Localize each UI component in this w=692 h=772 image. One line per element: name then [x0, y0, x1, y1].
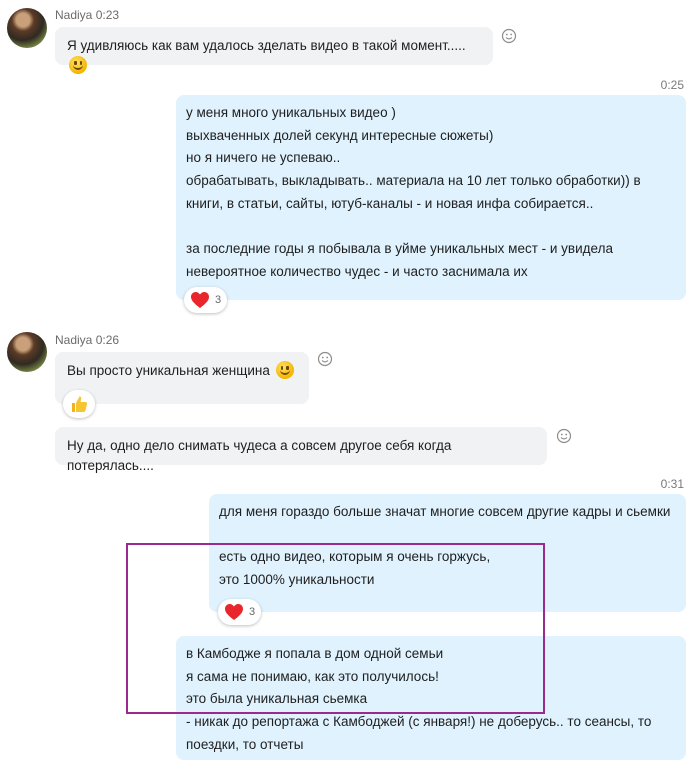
- message-line: в Камбодже я попала в дом одной семьи: [186, 646, 444, 661]
- message-text: Ну да, одно дело снимать чудеса а совсем…: [67, 438, 452, 473]
- message-header: Nadiya 0:23: [55, 8, 119, 22]
- message-line: обрабатывать, выкладывать.. материала на…: [186, 173, 641, 189]
- incoming-message-bubble[interactable]: Я удивляюсь как вам удалось зделать виде…: [55, 27, 493, 74]
- add-reaction-smiley-outline-icon[interactable]: [556, 428, 572, 444]
- reaction-count: 3: [215, 294, 222, 306]
- message-line: это была уникальная сьемка: [186, 691, 368, 707]
- thumbs-up-icon: [72, 396, 88, 412]
- avatar[interactable]: [7, 332, 47, 372]
- smiley-emoji-icon: [69, 56, 87, 74]
- message-time: 0:26: [95, 333, 120, 347]
- message-line: невероятное количество чудес - и часто з…: [186, 263, 528, 279]
- incoming-message-bubble[interactable]: Ну да, одно дело снимать чудеса а совсем…: [55, 427, 547, 473]
- heart-reaction-badge[interactable]: 3: [184, 287, 228, 313]
- message-line: - никак до репортажа с Камбоджей (с янва…: [186, 714, 652, 730]
- reaction-count: 3: [249, 606, 256, 618]
- message-time: 0:25: [660, 78, 684, 92]
- message-line: за последние годы я побывала в уйме уник…: [186, 241, 613, 257]
- message-time: 0:23: [95, 8, 120, 22]
- outgoing-message-bubble[interactable]: у меня много уникальных видео ) выхвачен…: [176, 95, 686, 300]
- message-text: Вы просто уникальная женщина: [67, 363, 270, 378]
- add-reaction-smiley-outline-icon[interactable]: [501, 28, 517, 44]
- avatar[interactable]: [7, 8, 47, 48]
- message-header: Nadiya 0:26: [55, 333, 119, 347]
- message-line: поездки, то отчеты: [186, 736, 304, 752]
- message-line: для меня гораздо больше значат многие со…: [219, 504, 671, 519]
- message-line: у меня много уникальных видео ): [186, 105, 396, 120]
- message-line: книги, в статьи, сайты, ютуб-каналы - и …: [186, 195, 594, 211]
- add-reaction-smiley-outline-icon[interactable]: [317, 351, 333, 367]
- message-line: [219, 524, 676, 547]
- heart-reaction-badge[interactable]: 3: [218, 599, 262, 625]
- message-line: но я ничего не успеваю..: [186, 150, 341, 166]
- message-line: это 1000% уникальности: [219, 572, 375, 588]
- heart-icon: [191, 292, 209, 308]
- smiley-emoji-icon: [275, 361, 294, 379]
- sender-name: Nadiya: [55, 8, 93, 22]
- heart-icon: [225, 604, 243, 620]
- thumbs-up-reaction-badge[interactable]: [63, 390, 95, 418]
- message-text: Я удивляюсь как вам удалось зделать виде…: [67, 38, 466, 53]
- outgoing-message-bubble[interactable]: для меня гораздо больше значат многие со…: [209, 494, 686, 612]
- message-line: есть одно видео, которым я очень горжусь…: [219, 549, 491, 565]
- message-line: [186, 216, 676, 239]
- sender-name: Nadiya: [55, 333, 93, 347]
- message-line: выхваченных долей секунд интересные сюже…: [186, 127, 494, 143]
- message-time: 0:31: [660, 477, 684, 491]
- outgoing-message-bubble[interactable]: в Камбодже я попала в дом одной семьи я …: [176, 636, 686, 760]
- message-line: я сама не понимаю, как это получилось!: [186, 668, 439, 684]
